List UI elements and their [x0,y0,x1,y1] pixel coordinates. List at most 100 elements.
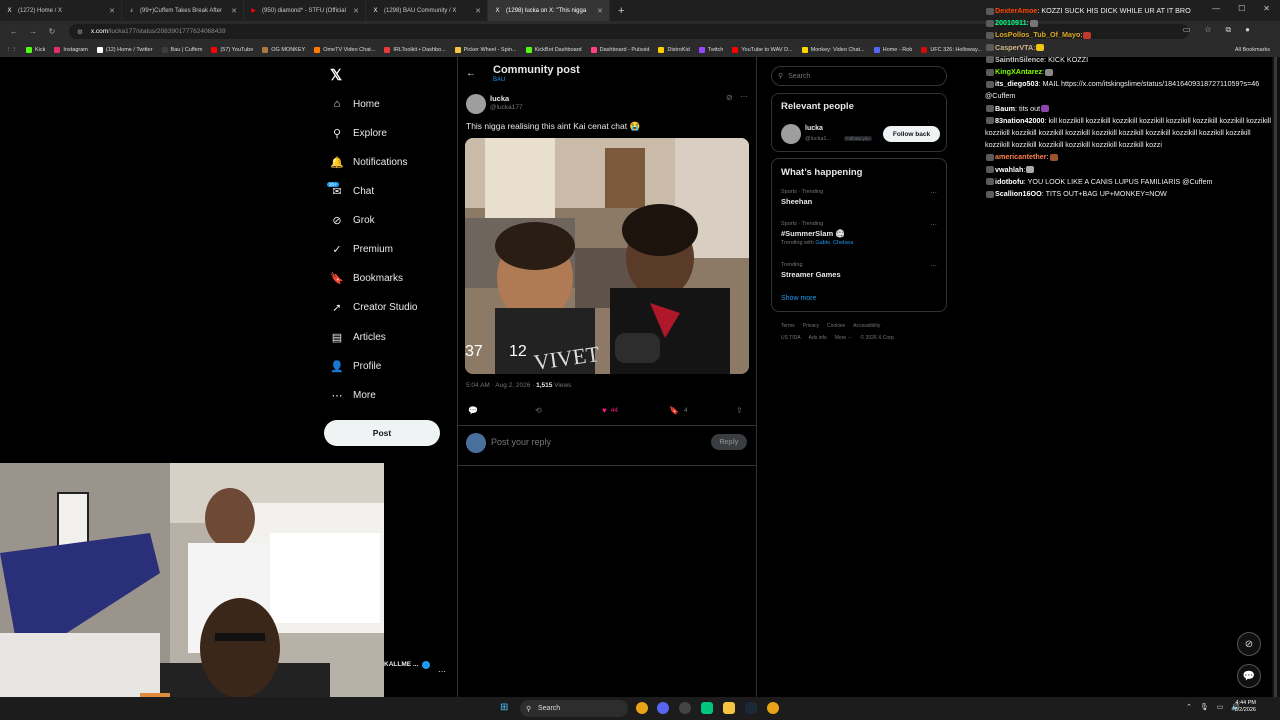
site-info-icon[interactable]: ⚙ [77,28,83,36]
search-input[interactable]: ⚲ Search [771,66,947,86]
share-action[interactable]: ⇪ [736,406,743,415]
tab-close-icon[interactable]: ✕ [109,7,115,15]
reload-icon[interactable]: ↻ [47,27,57,36]
post-button[interactable]: Post [324,420,440,446]
chat-username[interactable]: vwahlah [995,165,1023,174]
bookmark-item[interactable]: Twitch [698,46,723,53]
footer-link[interactable]: Accessibility [853,323,880,329]
chat-username[interactable]: DexterAmoe [995,6,1037,15]
profile-name[interactable]: KALLME ... [384,661,418,668]
chevron-up-icon[interactable]: ⌃ [1186,703,1192,711]
browser-tab[interactable]: X (1298) BAU Community / X ✕ [366,0,488,21]
steam-icon[interactable] [745,702,757,714]
trend-item[interactable]: Trending Streamer Games [781,262,841,279]
author-avatar[interactable] [466,94,486,114]
bookmark-item[interactable]: KickBot Dashboard [525,46,582,53]
relevant-name[interactable]: lucka [805,125,823,132]
nav-item-premium[interactable]: ✓ Premium [330,243,393,256]
bookmark-action[interactable]: 🔖 4 [669,406,688,415]
scrollbar[interactable] [1272,57,1280,697]
bookmark-item[interactable]: Instagram [54,46,88,53]
chat-username[interactable]: its_diego503 [995,79,1039,88]
chat-username[interactable]: CasperVTA [995,43,1033,52]
footer-link[interactable]: Cookies [827,323,845,329]
community-link[interactable]: BAU [493,77,505,83]
browser-tab[interactable]: X (1272) Home / X ✕ [0,0,122,21]
trend-item[interactable]: Sports · Trending Sheehan [781,189,823,206]
bookmark-item[interactable]: OG MONKEY [262,46,305,53]
author-handle[interactable]: @lucka177 [490,104,523,111]
system-clock[interactable]: 4:44 PM 8/2/2026 [1235,700,1256,714]
chat-username[interactable]: 83nation42000 [995,116,1045,125]
app-icon[interactable] [701,702,713,714]
obs-icon[interactable] [679,702,691,714]
bookmark-item[interactable]: YouTube to WAV D... [732,46,793,53]
chat-username[interactable]: 20010911 [995,18,1027,27]
footer-link[interactable]: © 2026 X Corp. [861,335,896,341]
like-action[interactable]: ♥ 44 [602,406,618,415]
bookmark-item[interactable]: UFC 326: Holloway... [921,46,982,53]
tab-close-icon[interactable]: ✕ [231,7,237,15]
discord-icon[interactable] [657,702,669,714]
nav-item-creator-studio[interactable]: ➚ Creator Studio [330,301,417,314]
mic-icon[interactable]: 🎙 [1200,703,1209,711]
profile-more-icon[interactable]: ⋯ [438,667,446,676]
reply-input[interactable]: Post your reply [491,437,551,447]
more-options-icon[interactable]: ⋯ [740,92,748,101]
back-icon[interactable]: ← [9,27,19,36]
network-icon[interactable]: ▭ [1217,703,1224,711]
tab-close-icon[interactable]: ✕ [475,7,481,15]
nav-item-notifications[interactable]: 🔔 Notifications [330,156,407,169]
trend-item[interactable]: Sports · Trending #SummerSlam 🏟 Trending… [781,221,853,246]
x-logo-icon[interactable]: 𝕏 [330,66,342,84]
bookmark-item[interactable]: DistroKid [658,46,690,53]
chat-username[interactable]: americantether [995,152,1047,161]
bookmark-item[interactable]: Bau | Cuffem [161,46,202,53]
taskbar-search[interactable]: ⚲ Search [520,700,628,717]
nav-item-grok[interactable]: ⊘ Grok [330,214,374,227]
bookmark-item[interactable]: Kick [26,46,45,53]
forward-icon[interactable]: → [28,27,38,36]
author-name[interactable]: lucka [490,94,509,103]
bookmark-item[interactable]: OmeTV Video Chat... [314,46,375,53]
tab-close-icon[interactable]: ✕ [353,7,359,15]
grok-float-icon[interactable]: ⊘ [1237,632,1261,656]
post-media-image[interactable]: 37 12 VIVET [465,138,749,374]
chrome-icon[interactable] [767,702,779,714]
browser-tab[interactable]: X (1298) lucka on X: "This nigga ✕ [488,0,610,21]
bookmark-item[interactable]: Monkey: Video Chat... [801,46,865,53]
bookmark-item[interactable]: IRLToolkit • Dashbo... [384,46,446,53]
chat-username[interactable]: KingXAntarez [995,67,1042,76]
trend-more-icon[interactable]: ⋯ [930,262,937,270]
chrome-icon[interactable] [636,702,648,714]
footer-link[interactable]: Privacy [803,323,819,329]
repost-action[interactable]: ⟲ [535,406,542,415]
chat-username[interactable]: SaintInSilence [995,55,1044,64]
show-more-link[interactable]: Show more [781,295,816,302]
bookmark-item[interactable]: (57) YouTube [211,46,253,53]
footer-link[interactable]: Terms [781,323,795,329]
reply-action[interactable]: 💬 [468,406,478,415]
trend-sub-links[interactable]: Gable, Chelsea [815,240,853,246]
messages-float-icon[interactable]: 💬 [1237,664,1261,688]
bookmark-item[interactable]: (12) Home / Twitter [96,46,153,53]
nav-item-more[interactable]: ⋯ More [330,389,376,402]
chat-username[interactable]: Scallion16OO [995,189,1042,198]
browser-tab[interactable]: ▶ (950) diamond* - STFU (Official ✕ [244,0,366,21]
nav-item-articles[interactable]: ▤ Articles [330,331,386,344]
bookmark-item[interactable]: Home - Rob [873,46,912,53]
bookmark-item[interactable]: Dashboard - Pulsoid [590,46,649,53]
footer-link[interactable]: More ··· [835,335,853,341]
apps-icon[interactable]: ⋮⋮ [6,47,17,53]
footer-link[interactable]: Ads info [809,335,827,341]
chat-username[interactable]: LosPollos_Tub_Of_Mayo [995,30,1080,39]
browser-tab[interactable]: ♪ (99+)Cuffem Takes Break After ✕ [122,0,244,21]
start-icon[interactable]: ⊞ [500,702,508,713]
follow-back-button[interactable]: Follow back [883,126,940,142]
nav-item-profile[interactable]: 👤 Profile [330,360,381,373]
back-arrow-icon[interactable]: ← [466,68,476,79]
nav-item-home[interactable]: ⌂ Home [330,98,380,110]
trend-more-icon[interactable]: ⋯ [930,189,937,197]
bookmark-item[interactable]: Picker Wheel - Spin... [454,46,517,53]
new-tab-button[interactable]: + [618,5,624,17]
